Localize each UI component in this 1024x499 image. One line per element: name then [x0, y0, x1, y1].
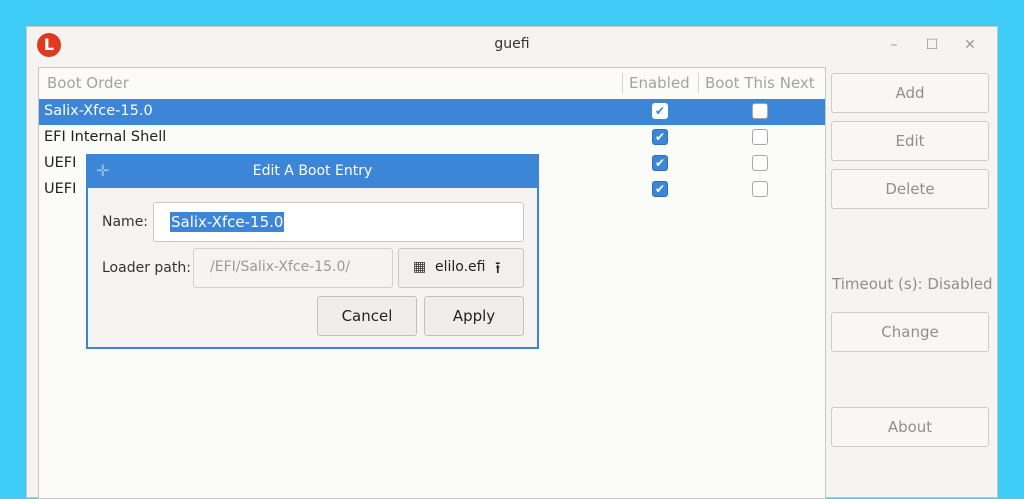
table-row[interactable]: Salix-Xfce-15.0 ✔ — [39, 99, 825, 125]
header-divider — [698, 73, 699, 93]
row-label: Salix-Xfce-15.0 — [44, 103, 153, 119]
change-timeout-button[interactable]: Change — [831, 312, 989, 352]
apply-button[interactable]: Apply — [424, 296, 524, 336]
boot-next-checkbox[interactable] — [752, 103, 768, 119]
enabled-checkbox[interactable]: ✔ — [652, 181, 668, 197]
file-icon: ▦ — [413, 259, 427, 275]
maximize-icon[interactable]: ☐ — [921, 34, 943, 56]
loader-path-value: /EFI/Salix-Xfce-15.0/ — [210, 259, 351, 275]
upload-icon: ⭱ — [495, 258, 501, 277]
boot-next-checkbox[interactable] — [752, 181, 768, 197]
header-boot-this-next[interactable]: Boot This Next — [705, 74, 815, 92]
boot-next-checkbox[interactable] — [752, 129, 768, 145]
header-boot-order[interactable]: Boot Order — [47, 74, 129, 92]
row-label: UEFI — [44, 155, 77, 171]
loader-path-field: /EFI/Salix-Xfce-15.0/ — [193, 248, 393, 288]
timeout-label: Timeout (s): Disabled — [832, 275, 993, 293]
edit-boot-entry-dialog: ✛ Edit A Boot Entry Name: Salix-Xfce-15.… — [86, 154, 539, 349]
title-bar[interactable]: L guefi – ☐ ✕ — [27, 27, 997, 65]
row-label: EFI Internal Shell — [44, 129, 167, 145]
dialog-title: Edit A Boot Entry — [252, 163, 373, 179]
loader-file-name: elilo.efi — [435, 259, 486, 275]
boot-next-checkbox[interactable] — [752, 155, 768, 171]
delete-button[interactable]: Delete — [831, 169, 989, 209]
loader-file-button[interactable]: ▦ elilo.efi ⭱ — [398, 248, 524, 288]
close-icon[interactable]: ✕ — [959, 34, 981, 56]
minimize-icon[interactable]: – — [883, 34, 905, 56]
enabled-checkbox[interactable]: ✔ — [652, 129, 668, 145]
edit-button[interactable]: Edit — [831, 121, 989, 161]
cancel-button[interactable]: Cancel — [317, 296, 417, 336]
enabled-checkbox[interactable]: ✔ — [652, 155, 668, 171]
header-divider — [622, 73, 623, 93]
table-row[interactable]: EFI Internal Shell ✔ — [39, 125, 825, 151]
row-label: UEFI — [44, 181, 77, 197]
dialog-title-bar[interactable]: ✛ Edit A Boot Entry — [88, 156, 537, 188]
window-title: guefi — [494, 36, 530, 52]
header-enabled[interactable]: Enabled — [629, 74, 690, 92]
name-input[interactable]: Salix-Xfce-15.0 — [153, 202, 524, 242]
add-button[interactable]: Add — [831, 73, 989, 113]
about-button[interactable]: About — [831, 407, 989, 447]
enabled-checkbox[interactable]: ✔ — [652, 103, 668, 119]
loader-path-label: Loader path: — [102, 260, 191, 276]
name-input-value: Salix-Xfce-15.0 — [170, 212, 285, 232]
name-label: Name: — [102, 214, 149, 230]
list-header: Boot Order Enabled Boot This Next — [39, 68, 825, 98]
